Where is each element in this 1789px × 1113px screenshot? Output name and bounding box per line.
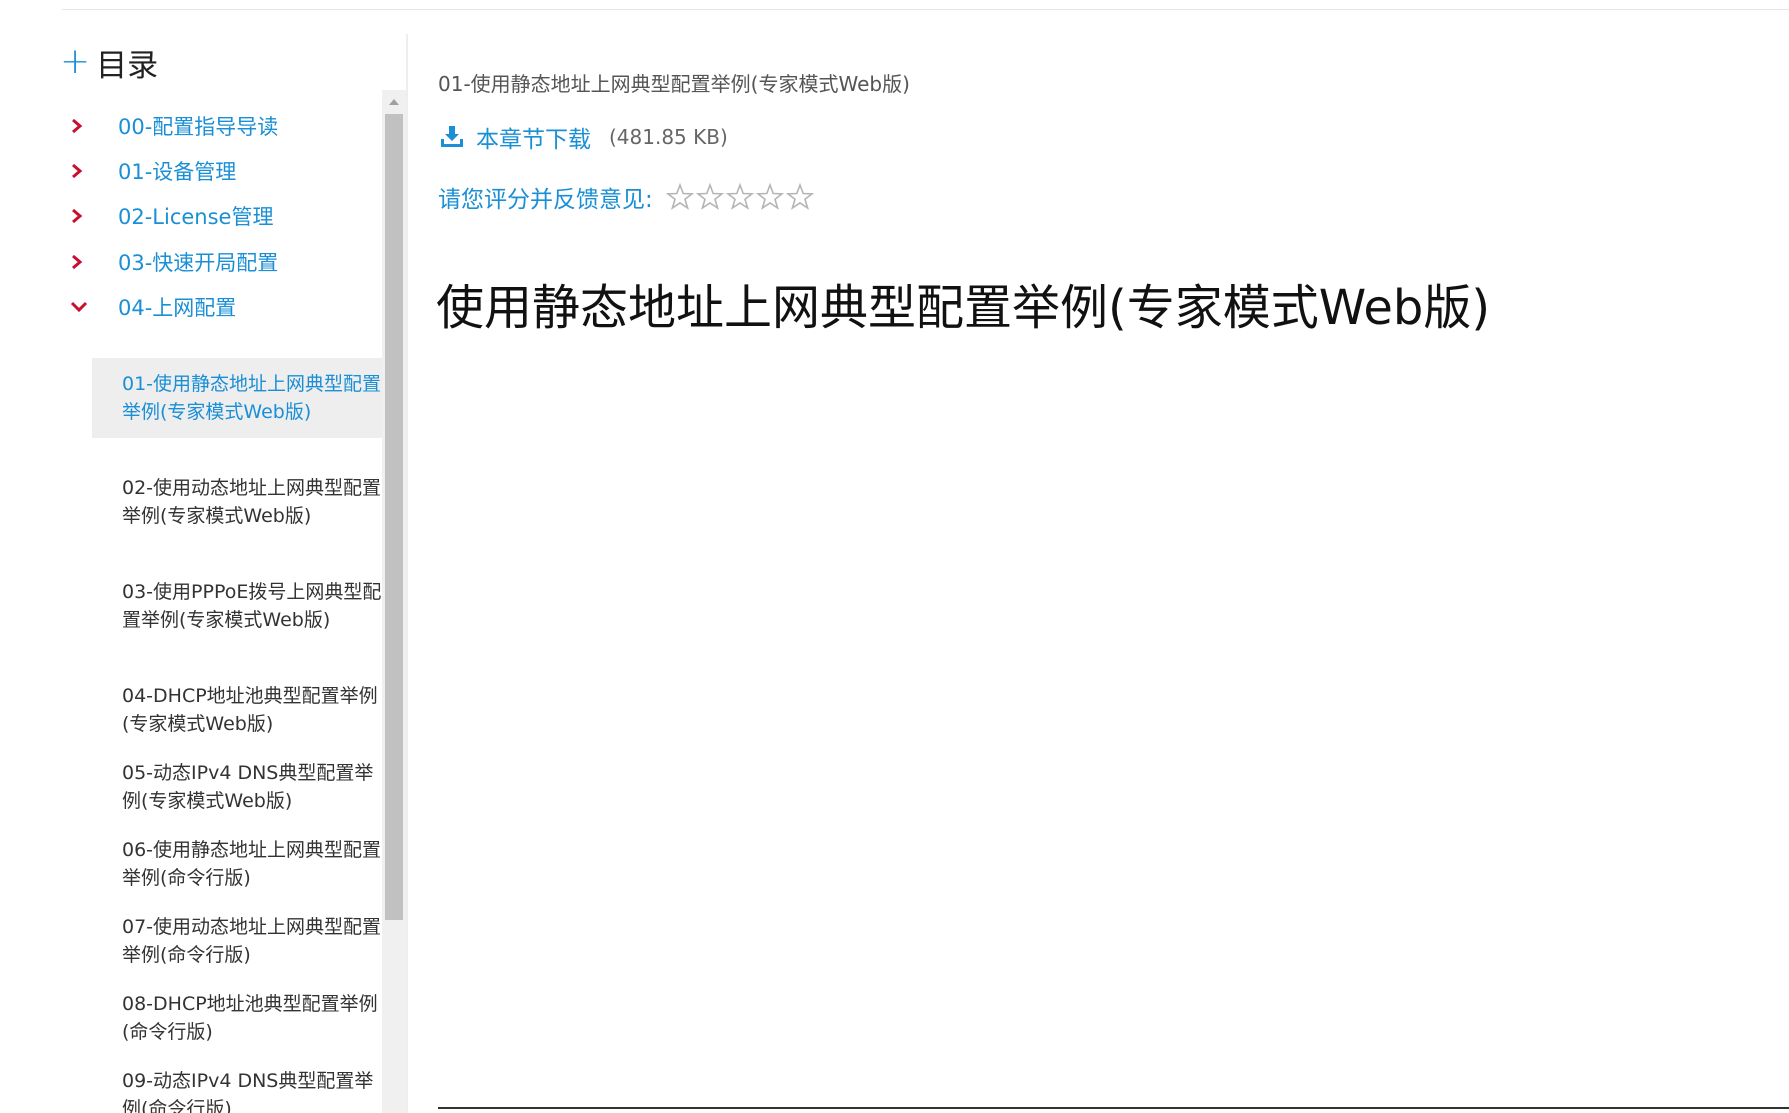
toc-item-label[interactable]: 00-配置指导导读: [118, 111, 278, 141]
toc-subitem-03[interactable]: 03-使用PPPoE拨号上网典型配置举例(专家模式Web版): [92, 566, 382, 646]
file-size: (481.85 KB): [609, 125, 728, 149]
toc-subitem-04[interactable]: 04-DHCP地址池典型配置举例(专家模式Web版): [92, 670, 382, 750]
chevron-down-icon[interactable]: [70, 296, 98, 318]
toc-item-02[interactable]: 02-License管理: [70, 196, 273, 236]
download-link[interactable]: 本章节下载: [476, 120, 591, 154]
toc-subitem-06[interactable]: 06-使用静态地址上网典型配置举例(命令行版): [92, 824, 382, 904]
star-outline-icon[interactable]: [785, 182, 815, 212]
star-outline-icon[interactable]: [695, 182, 725, 212]
toc-item-01[interactable]: 01-设备管理: [70, 151, 236, 191]
toc-scrollbar[interactable]: [382, 90, 406, 1113]
toc-subitem-08[interactable]: 08-DHCP地址池典型配置举例(命令行版): [92, 978, 382, 1058]
plus-icon[interactable]: +: [60, 44, 90, 80]
content-bottom-divider: [438, 1107, 1789, 1109]
toc-title: 目录: [96, 47, 159, 84]
toc-subitem-01[interactable]: 01-使用静态地址上网典型配置举例(专家模式Web版): [92, 358, 382, 438]
star-outline-icon[interactable]: [755, 182, 785, 212]
toc-subitem-09[interactable]: 09-动态IPv4 DNS典型配置举例(命令行版): [92, 1055, 382, 1113]
toc-subitem-07[interactable]: 07-使用动态地址上网典型配置举例(命令行版): [92, 901, 382, 981]
toc-item-label[interactable]: 02-License管理: [118, 201, 273, 231]
chevron-right-icon[interactable]: [70, 115, 98, 137]
chevron-right-icon[interactable]: [70, 205, 98, 227]
toc-panel: 00-配置指导导读 01-设备管理 02-License管理 03-快速开局配置…: [60, 90, 382, 1113]
toc-item-04[interactable]: 04-上网配置: [70, 287, 236, 327]
rating-label: 请您评分并反馈意见:: [438, 187, 653, 213]
toc-subitem-05[interactable]: 05-动态IPv4 DNS典型配置举例(专家模式Web版): [92, 747, 382, 827]
sidebar-divider: [406, 34, 408, 1113]
toc-item-label[interactable]: 03-快速开局配置: [118, 247, 278, 277]
toc-subitem-02[interactable]: 02-使用动态地址上网典型配置举例(专家模式Web版): [92, 462, 382, 542]
scroll-up-arrow-icon[interactable]: [382, 90, 406, 112]
star-rating: [665, 182, 815, 212]
top-divider: [62, 9, 1789, 10]
download-icon[interactable]: [438, 123, 466, 151]
toc-item-label[interactable]: 01-设备管理: [118, 156, 236, 186]
breadcrumb: 01-使用静态地址上网典型配置举例(专家模式Web版): [438, 72, 910, 96]
scrollbar-thumb[interactable]: [385, 114, 403, 920]
toc-item-00[interactable]: 00-配置指导导读: [70, 106, 278, 146]
page-title: 使用静态地址上网典型配置举例(专家模式Web版): [436, 280, 1491, 337]
toc-item-label[interactable]: 04-上网配置: [118, 292, 236, 322]
toc-header[interactable]: + 目录: [60, 42, 159, 84]
rating-row: 请您评分并反馈意见:: [438, 178, 815, 216]
chevron-right-icon[interactable]: [70, 251, 98, 273]
star-outline-icon[interactable]: [665, 182, 695, 212]
toc-item-03[interactable]: 03-快速开局配置: [70, 242, 278, 282]
star-outline-icon[interactable]: [725, 182, 755, 212]
chevron-right-icon[interactable]: [70, 160, 98, 182]
download-row: 本章节下载 (481.85 KB): [438, 118, 728, 156]
